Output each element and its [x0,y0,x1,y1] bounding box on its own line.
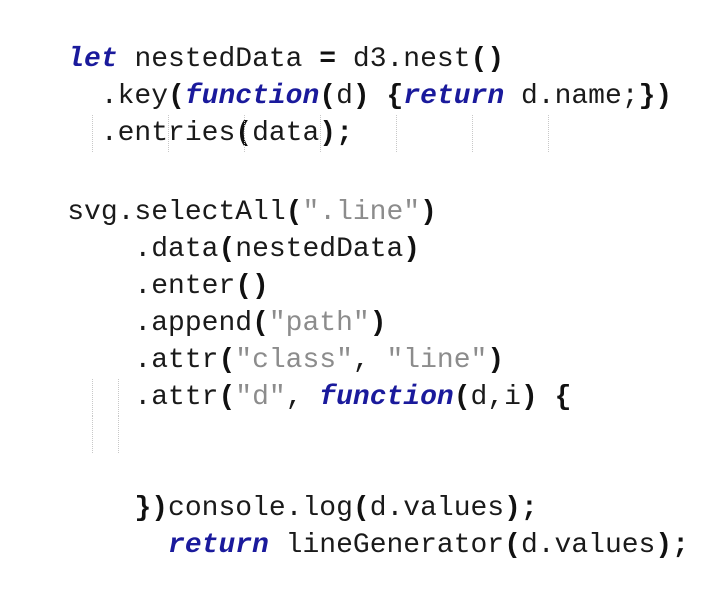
keyword-token: return [168,530,269,561]
blank-code-line[interactable] [0,115,728,152]
indent-guide [92,115,93,152]
code-line[interactable]: }) [0,453,728,524]
indent-guide [548,115,549,152]
code-line[interactable]: .attr("class", "line") [0,305,728,376]
code-line[interactable]: .data(nestedData) [0,194,728,265]
code-token: d.values [520,530,656,561]
code-line[interactable]: console.log(d.values); [0,379,728,524]
punctuation-token: ); [504,493,538,524]
code-line-text: }) [67,493,168,524]
code-editor[interactable]: let nestedData = d3.nest() .key(function… [0,0,728,561]
indent-guide [92,379,93,416]
punctuation-token: }) [134,493,169,524]
indent-guide [244,115,245,152]
indent-guide [118,379,119,416]
code-line[interactable]: let nestedData = d3.nest() [0,4,728,75]
code-token: d.values [369,493,505,524]
indent-guide [118,416,119,453]
punctuation-token: ( [504,530,521,561]
code-line[interactable]: .key(function(d) {return d.name;}) [0,41,728,112]
code-line[interactable]: .enter() [0,231,728,302]
code-line[interactable]: .entries(data); [0,78,728,149]
indent-guide [92,416,93,453]
indent-guide [472,115,473,152]
punctuation-token: ); [655,530,689,561]
code-line[interactable]: .attr("d", function(d,i) { [0,342,728,413]
indent-guide [396,115,397,152]
indent-guide [168,115,169,152]
indent-guide [320,115,321,152]
code-line[interactable]: svg.selectAll(".line") [0,157,728,228]
code-line-text: return lineGenerator(d.values); [67,530,689,561]
code-line[interactable]: return lineGenerator(d.values); [0,416,728,561]
code-line[interactable]: .append("path") [0,268,728,339]
punctuation-token: ( [352,493,370,524]
code-token: lineGenerator [268,530,505,561]
